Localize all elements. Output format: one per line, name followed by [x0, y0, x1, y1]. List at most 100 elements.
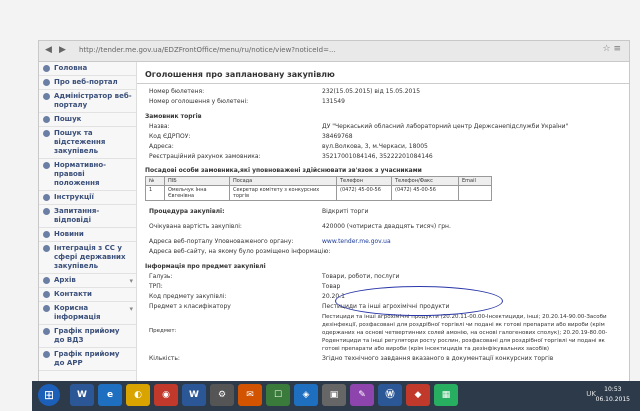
- table-header-cell: №: [145, 176, 165, 186]
- quantity-label: Кількість:: [149, 355, 180, 362]
- star-icon[interactable]: ☆ ≡: [603, 44, 621, 54]
- table-header-cell: Телефон/Факс: [391, 176, 459, 186]
- taskbar-app-icon[interactable]: ▦: [434, 384, 458, 406]
- taskbar-app-icon[interactable]: ⚙: [210, 384, 234, 406]
- scanned-page-background: ◀ ▶ http://tender.me.gov.ua/EDZFrontOffi…: [0, 0, 640, 411]
- address-value: вул.Волкова, 3, м.Черкаси, 18005: [322, 143, 428, 150]
- clock-time: 10:53: [604, 386, 622, 393]
- menu-bullet-icon: [43, 93, 50, 100]
- trp-label: ТРП:: [149, 283, 163, 290]
- notice-number-value: 131549: [322, 98, 345, 105]
- sidebar-item-label: Архів: [54, 276, 76, 284]
- sidebar-item-label: Пошук: [54, 115, 82, 123]
- subject-line: Родентициди та інші регулятори росту рос…: [322, 338, 605, 344]
- taskbar-app-icon[interactable]: Ⓦ: [378, 384, 402, 406]
- branch-label: Галузь:: [149, 273, 173, 280]
- menu-bullet-icon: [43, 291, 50, 298]
- sidebar-item-label: Новини: [54, 230, 84, 238]
- branch-row: Галузь: Товари, роботи, послуги: [137, 272, 629, 282]
- sidebar-item-label: Графік прийому до АРР: [54, 350, 120, 367]
- cost-value: 420000 (чотириста двадцять тисяч) грн.: [322, 223, 451, 230]
- chevron-down-icon: ▾: [129, 277, 133, 285]
- sidebar-item[interactable]: Контакти: [39, 288, 136, 302]
- table-header-cell: Посада: [229, 176, 337, 186]
- back-arrow-icon[interactable]: ◀: [45, 45, 52, 55]
- menu-bullet-icon: [43, 116, 50, 123]
- sidebar-item-label: Нормативно-правові положення: [54, 161, 107, 187]
- taskbar: ⊞ We ◐ ◉ W ⚙ ✉ ☐ ◈ ▣ ✎ Ⓦ ◆ ▦ UK 10:53 06.10.2015: [32, 381, 640, 411]
- procedure-value: Відкриті торги: [322, 208, 369, 215]
- sidebar-item[interactable]: Графік прийому до ВДЗ: [39, 325, 136, 348]
- sidebar-item[interactable]: Інструкції: [39, 191, 136, 205]
- taskbar-app-icon[interactable]: ☐: [266, 384, 290, 406]
- taskbar-app-icon[interactable]: ◉: [154, 384, 178, 406]
- site-label: Адреса веб-сайту, на якому було розміщен…: [149, 248, 331, 255]
- sidebar-item-label: Запитання-відповіді: [54, 207, 100, 224]
- taskbar-app-icon[interactable]: ✉: [238, 384, 262, 406]
- clock-date: 06.10.2015: [595, 396, 630, 403]
- sidebar-item[interactable]: Пошук та відстеження закупівель: [39, 127, 136, 159]
- classifier-label: Предмет з класифікатору: [149, 303, 231, 310]
- menu-bullet-icon: [43, 277, 50, 284]
- subject-line: дезінфекції, розфасовані для роздрібної …: [322, 322, 605, 328]
- sidebar-item-label: Графік прийому до ВДЗ: [54, 327, 120, 344]
- table-header-cell: Email: [458, 176, 492, 186]
- sidebar-item[interactable]: Архів ▾: [39, 274, 136, 288]
- name-row: Назва: ДУ "Черкаський обласний лаборатор…: [137, 122, 629, 132]
- sidebar-item-label: Інтеграція з СС у сфері державних закупі…: [54, 244, 126, 270]
- taskbar-app-icon[interactable]: W: [70, 384, 94, 406]
- sidebar-item[interactable]: Графік прийому до АРР: [39, 348, 136, 371]
- start-button[interactable]: ⊞: [38, 384, 60, 406]
- page-title: Оголошення про заплановану закупівлю: [137, 62, 629, 84]
- portal-link[interactable]: www.tender.me.gov.ua: [322, 237, 391, 247]
- language-indicator[interactable]: UK: [586, 390, 596, 398]
- taskbar-app-icon[interactable]: W: [182, 384, 206, 406]
- taskbar-app-icon[interactable]: e: [98, 384, 122, 406]
- cost-row: Очікувана вартість закупівлі: 420000 (чо…: [137, 222, 629, 232]
- edrpou-value: 38469768: [322, 133, 353, 140]
- sidebar-item[interactable]: Адміністратор веб-порталу: [39, 90, 136, 113]
- sidebar-item-label: Адміністратор веб-порталу: [54, 92, 132, 109]
- sidebar-item[interactable]: Корисна інформація ▾: [39, 302, 136, 325]
- notice-number-label: Номер оголошення у бюлетені:: [149, 98, 249, 105]
- customer-section-heading: Замовник торгів: [145, 113, 202, 120]
- account-value: 35217001084146, 35222201084146: [322, 153, 433, 160]
- sidebar-item[interactable]: Про веб-портал: [39, 76, 136, 90]
- clock[interactable]: 10:53 06.10.2015: [596, 385, 630, 405]
- taskbar-app-icon[interactable]: ◆: [406, 384, 430, 406]
- sidebar-item[interactable]: Нормативно-правові положення: [39, 159, 136, 191]
- sidebar-item[interactable]: Пошук: [39, 113, 136, 127]
- table-row: 1 Омельчук Інна Євгенівна Секретар комітет…: [145, 185, 492, 201]
- url-text[interactable]: http://tender.me.gov.ua/EDZFrontOffice/m…: [79, 44, 519, 57]
- taskbar-app-icon[interactable]: ▣: [322, 384, 346, 406]
- sidebar-item[interactable]: Головна: [39, 62, 136, 76]
- menu-bullet-icon: [43, 231, 50, 238]
- taskbar-app-icon[interactable]: ✎: [350, 384, 374, 406]
- sidebar-item[interactable]: Інтеграція з СС у сфері державних закупі…: [39, 242, 136, 274]
- officials-section-heading: Посадові особи замовника,які уповноважен…: [145, 167, 422, 174]
- table-cell: (0472) 45-00-56: [391, 185, 459, 201]
- branch-value: Товари, роботи, послуги: [322, 273, 400, 280]
- table-cell: Секретар комітету з конкурсних торгів: [229, 185, 337, 201]
- edrpou-label: Код ЄДРПОУ:: [149, 133, 191, 140]
- sidebar: Головна Про веб-портал Адміністратор веб-п…: [39, 62, 137, 382]
- quantity-value: Згідно технічного завдання вказаного в д…: [322, 355, 554, 362]
- handwritten-oval-mark: [335, 286, 503, 316]
- taskbar-app-icon[interactable]: ◈: [294, 384, 318, 406]
- menu-bullet-icon: [43, 305, 50, 312]
- main-content: Оголошення про заплановану закупівлю Ном…: [137, 62, 629, 382]
- sidebar-item[interactable]: Запитання-відповіді: [39, 205, 136, 228]
- address-bar[interactable]: ◀ ▶ http://tender.me.gov.ua/EDZFrontOffi…: [39, 41, 629, 62]
- trp-value: Товар: [322, 283, 341, 290]
- bulletin-number-row: Номер бюлетеня: 232(15.05.2015) від 15.0…: [137, 87, 629, 97]
- taskbar-app-icon[interactable]: ◐: [126, 384, 150, 406]
- subject-line: готові препарати або вироби (крім інсект…: [322, 346, 549, 352]
- table-cell: Омельчук Інна Євгенівна: [164, 185, 230, 201]
- name-value: ДУ "Черкаський обласний лабораторний цен…: [322, 123, 569, 130]
- code-label: Код предмету закупівлі:: [149, 293, 227, 300]
- portal-row: Адреса веб-порталу Уповноваженого органу…: [137, 237, 629, 247]
- forward-arrow-icon[interactable]: ▶: [59, 45, 66, 55]
- address-row: Адреса: вул.Волкова, 3, м.Черкаси, 18005: [137, 142, 629, 152]
- sidebar-item[interactable]: Новини: [39, 228, 136, 242]
- menu-bullet-icon: [43, 79, 50, 86]
